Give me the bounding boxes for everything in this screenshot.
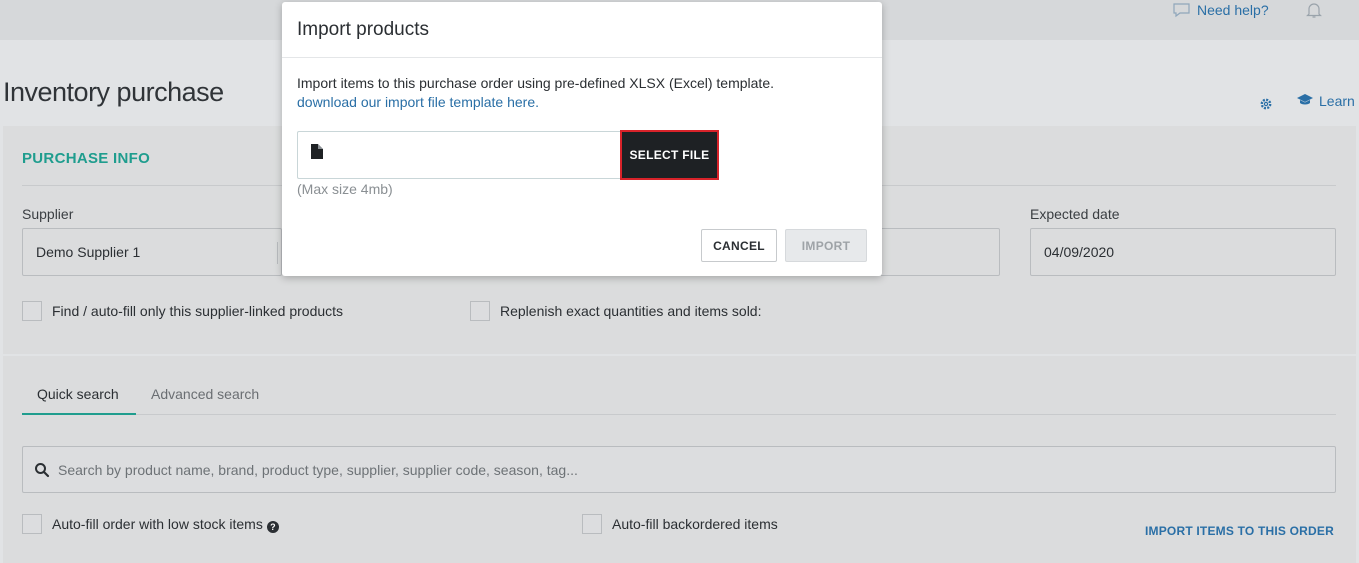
low-stock-label-wrap: Auto-fill order with low stock items? bbox=[52, 516, 279, 533]
replenish-checkbox[interactable] bbox=[470, 301, 490, 321]
question-circle-icon[interactable]: ? bbox=[266, 521, 279, 533]
supplier-linked-label: Find / auto-fill only this supplier-link… bbox=[52, 303, 344, 319]
download-template-link[interactable]: download our import file template here. bbox=[297, 94, 539, 110]
active-tab-indicator bbox=[22, 413, 136, 415]
file-icon bbox=[311, 144, 323, 159]
max-size-note: (Max size 4mb) bbox=[297, 181, 393, 197]
expected-date-label: Expected date bbox=[1030, 206, 1120, 222]
learn-label: Learn bbox=[1319, 93, 1355, 109]
import-items-link[interactable]: IMPORT ITEMS TO THIS ORDER bbox=[1145, 524, 1334, 538]
modal-title: Import products bbox=[297, 19, 429, 40]
cancel-button[interactable]: CANCEL bbox=[701, 229, 777, 262]
divider bbox=[282, 57, 882, 58]
expected-date-field[interactable]: 04/09/2020 bbox=[1030, 228, 1336, 276]
tab-quick-search[interactable]: Quick search bbox=[37, 386, 119, 402]
bell-icon[interactable] bbox=[1304, 0, 1324, 20]
supplier-label: Supplier bbox=[22, 206, 74, 222]
divider bbox=[22, 414, 1336, 415]
graduation-cap-icon bbox=[1297, 93, 1313, 109]
gear-icon[interactable] bbox=[1260, 97, 1272, 110]
expected-date-value: 04/09/2020 bbox=[1044, 244, 1115, 260]
select-file-button[interactable]: SELECT FILE bbox=[620, 130, 719, 180]
backordered-checkbox[interactable] bbox=[582, 514, 602, 534]
supplier-value: Demo Supplier 1 bbox=[36, 244, 141, 260]
file-drop-field[interactable] bbox=[297, 131, 621, 179]
learn-link[interactable]: Learn bbox=[1297, 93, 1355, 109]
need-help-link[interactable]: Need help? bbox=[1172, 0, 1269, 20]
page-title: Inventory purchase bbox=[3, 77, 224, 107]
import-products-modal: Import products Import items to this pur… bbox=[282, 2, 882, 276]
reference-field[interactable] bbox=[880, 228, 1000, 276]
product-search-box bbox=[22, 446, 1336, 493]
product-search-input[interactable] bbox=[58, 461, 1308, 478]
supplier-select[interactable]: Demo Supplier 1 bbox=[22, 228, 282, 276]
divider bbox=[277, 242, 278, 264]
low-stock-checkbox[interactable] bbox=[22, 514, 42, 534]
low-stock-label: Auto-fill order with low stock items bbox=[52, 516, 263, 532]
replenish-label: Replenish exact quantities and items sol… bbox=[500, 303, 762, 319]
modal-description: Import items to this purchase order usin… bbox=[297, 75, 774, 91]
supplier-linked-checkbox[interactable] bbox=[22, 301, 42, 321]
backordered-label: Auto-fill backordered items bbox=[612, 516, 778, 532]
import-button[interactable]: IMPORT bbox=[785, 229, 867, 262]
chat-bubble-icon bbox=[1172, 2, 1191, 19]
purchase-info-title: PURCHASE INFO bbox=[22, 150, 151, 167]
search-icon bbox=[34, 462, 50, 478]
need-help-label: Need help? bbox=[1197, 2, 1269, 18]
tab-advanced-search[interactable]: Advanced search bbox=[151, 386, 259, 402]
